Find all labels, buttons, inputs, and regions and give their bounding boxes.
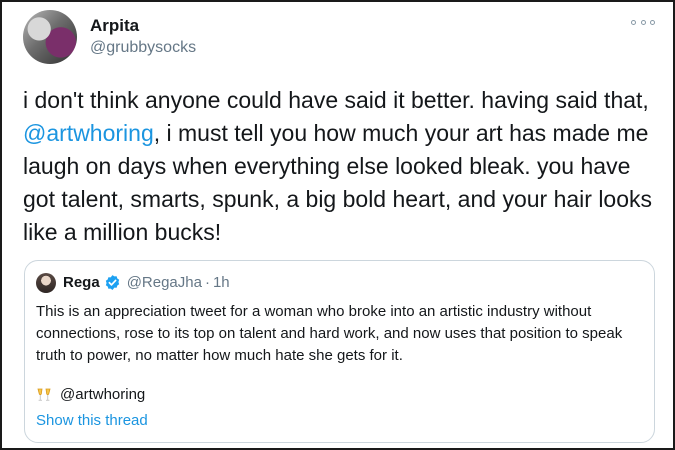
tweet-card: Arpita @grubbysocks i don't think anyone… xyxy=(0,0,675,450)
dot-icon xyxy=(650,19,655,25)
tweet-mention-link[interactable]: @artwhoring xyxy=(23,120,154,146)
quoted-mention-line: @artwhoring xyxy=(36,386,145,403)
tweet-text: i don't think anyone could have said it … xyxy=(23,84,663,249)
quoted-author-name[interactable]: Rega xyxy=(63,274,100,291)
verified-badge-icon xyxy=(105,275,119,290)
show-thread-link[interactable]: Show this thread xyxy=(36,412,148,429)
clinking-glasses-icon xyxy=(37,388,51,401)
tweet-text-start: i don't think anyone could have said it … xyxy=(23,87,649,113)
author-name[interactable]: Arpita xyxy=(90,16,139,36)
quoted-timestamp[interactable]: 1h xyxy=(213,274,230,291)
quoted-mention[interactable]: @artwhoring xyxy=(60,386,145,403)
more-options-icon[interactable] xyxy=(631,13,655,31)
quoted-header: Rega @RegaJha · 1h xyxy=(63,274,230,291)
quoted-author-handle[interactable]: @RegaJha xyxy=(127,274,202,291)
quoted-tweet-text: This is an appreciation tweet for a woma… xyxy=(36,303,623,364)
quoted-author-avatar[interactable] xyxy=(36,273,56,293)
header-separator: · xyxy=(204,274,210,291)
dot-icon xyxy=(640,19,646,25)
author-avatar[interactable] xyxy=(23,10,77,64)
quoted-tweet[interactable]: Rega @RegaJha · 1h This is an appreciati… xyxy=(24,260,655,443)
author-handle[interactable]: @grubbysocks xyxy=(90,39,196,57)
dot-icon xyxy=(631,19,636,25)
